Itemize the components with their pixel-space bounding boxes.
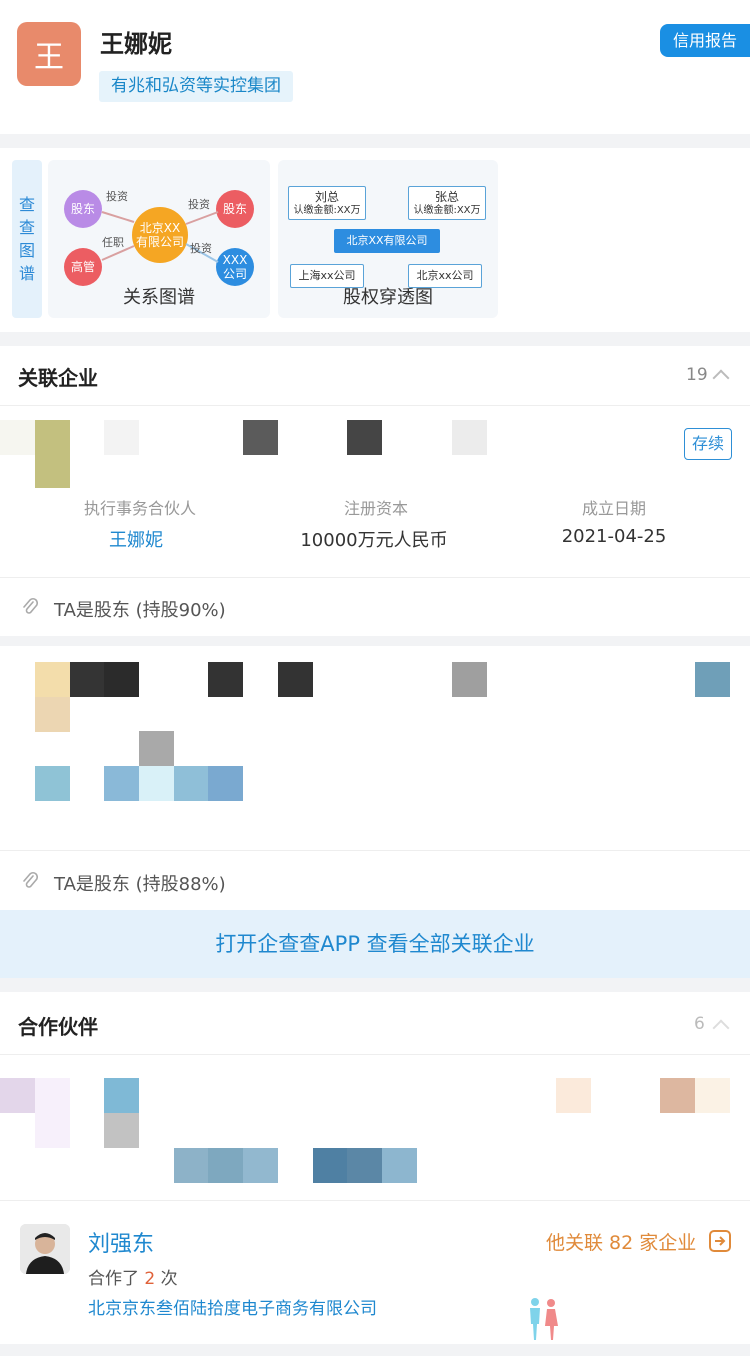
- view-graph-tab[interactable]: 查 查 图 谱: [12, 160, 42, 318]
- blurred-pixel: [208, 1148, 243, 1183]
- blurred-pixel: [208, 766, 243, 801]
- blurred-pixel: [104, 1113, 139, 1148]
- blurred-pixel: [104, 420, 139, 455]
- equity-node-name: 刘总: [314, 190, 339, 204]
- graph-side-char: 图: [18, 241, 35, 260]
- equity-node-zhang: 张总 认缴金额:XX万: [408, 186, 486, 220]
- blurred-pixel: [243, 1148, 278, 1183]
- divider: [0, 1200, 750, 1201]
- blurred-pixel: [104, 1078, 139, 1113]
- shareholder-info: TA是股东 (持股90%): [54, 600, 226, 621]
- partner-related-companies[interactable]: 他关联 82 家企业: [546, 1228, 696, 1255]
- blurred-pixel: [139, 731, 174, 766]
- graph-section: 查 查 图 谱 股东 高管 北京XX 有限公司 股东 XXX 公司 投资 任职 …: [0, 148, 750, 332]
- edge-label-appointed: 任职: [102, 236, 124, 249]
- equity-node-liu: 刘总 认缴金额:XX万: [288, 186, 366, 220]
- blurred-pixel: [174, 1148, 209, 1183]
- paperclip-icon: [23, 597, 38, 614]
- equity-node-amount: 认缴金额:XX万: [413, 205, 481, 216]
- related-count: 19: [686, 365, 708, 385]
- graph-side-char: 查: [18, 218, 35, 237]
- divider: [0, 1054, 750, 1055]
- graph-side-char: 查: [18, 195, 35, 214]
- relation-edges: [101, 211, 219, 263]
- divider: [0, 850, 750, 851]
- person-name: 王娜妮: [100, 30, 172, 58]
- blurred-pixel: [660, 1078, 695, 1113]
- blurred-pixel: [0, 420, 35, 455]
- edge-label-invest: 投资: [188, 198, 210, 211]
- partner-name[interactable]: 刘强东: [88, 1226, 154, 1258]
- divider: [0, 577, 750, 578]
- relation-graph-card[interactable]: 股东 高管 北京XX 有限公司 股东 XXX 公司 投资 任职 投资 投资 关系…: [48, 160, 270, 318]
- blurred-pixel: [35, 697, 70, 732]
- info-label-executive: 执行事务合伙人: [83, 499, 196, 518]
- blurred-pixel: [35, 662, 70, 697]
- partners-title: 合作伙伴: [18, 1015, 98, 1039]
- coop-number: 2: [144, 1269, 156, 1289]
- blurred-pixel: [35, 420, 70, 488]
- arrow-right-box-icon[interactable]: [709, 1230, 731, 1252]
- blurred-pixel: [382, 1148, 417, 1183]
- blurred-pixel: [174, 766, 209, 801]
- blurred-pixel: [104, 766, 139, 801]
- equity-node-center: 北京XX有限公司: [334, 229, 440, 253]
- blurred-pixel: [313, 1148, 348, 1183]
- blurred-pixel: [139, 766, 174, 801]
- partner-coop-count: 合作了 2 次: [88, 1264, 178, 1289]
- credit-report-button[interactable]: 信用报告: [660, 24, 750, 57]
- person-header: 王 王娜妮 有兆和弘资等实控集团 信用报告: [0, 0, 750, 134]
- blurred-pixel: [0, 1078, 35, 1113]
- info-value-founded: 2021-04-25: [561, 526, 667, 547]
- avatar: 王: [17, 22, 81, 86]
- relation-graph-label: 关系图谱: [123, 287, 195, 308]
- blurred-pixel: [35, 766, 70, 801]
- partner-avatar[interactable]: [20, 1224, 70, 1274]
- equity-graph-card[interactable]: 刘总 认缴金额:XX万 张总 认缴金额:XX万 北京XX有限公司 上海xx公司 …: [278, 160, 498, 318]
- blurred-pixel: [35, 1078, 70, 1148]
- person-avatar-icon: [20, 1224, 70, 1274]
- coop-prefix: 合作了: [88, 1269, 139, 1289]
- blurred-pixel: [452, 662, 487, 697]
- blurred-pixel: [208, 662, 243, 697]
- blurred-pixel: [556, 1078, 591, 1113]
- graph-side-char: 谱: [18, 264, 35, 283]
- section-gap: [0, 1344, 750, 1354]
- info-value-capital: 10000万元人民币: [300, 530, 448, 551]
- blurred-pixel: [243, 420, 278, 455]
- blurred-pixel: [695, 1078, 730, 1113]
- section-gap: [0, 636, 750, 646]
- edge-label-invest: 投资: [106, 190, 128, 203]
- paperclip-icon: [23, 871, 38, 888]
- group-tag[interactable]: 有兆和弘资等实控集团: [99, 71, 293, 102]
- blurred-pixel: [695, 662, 730, 697]
- divider: [0, 405, 750, 406]
- info-label-capital: 注册资本: [343, 499, 408, 518]
- shareholder-info: TA是股东 (持股88%): [54, 874, 226, 895]
- watermark-figures-icon: [530, 1298, 558, 1340]
- status-badge: 存续: [684, 428, 732, 460]
- partners-count: 6: [694, 1014, 705, 1034]
- blurred-pixel: [70, 662, 105, 697]
- related-title: 关联企业: [18, 366, 98, 390]
- blurred-pixel: [347, 1148, 382, 1183]
- blurred-pixel: [278, 662, 313, 697]
- equity-graph-label: 股权穿透图: [343, 287, 433, 308]
- coop-suffix: 次: [160, 1269, 178, 1289]
- blurred-pixel: [104, 662, 139, 697]
- equity-node-name: 张总: [434, 190, 459, 204]
- blurred-pixel: [347, 420, 382, 455]
- info-label-founded: 成立日期: [581, 499, 646, 518]
- edge-label-invest: 投资: [190, 242, 212, 255]
- equity-node-amount: 认缴金额:XX万: [293, 205, 361, 216]
- partner-company-link[interactable]: 北京京东叁佰陆拾度电子商务有限公司: [88, 1294, 377, 1319]
- blurred-pixel: [452, 420, 487, 455]
- open-app-button[interactable]: 打开企查查APP 查看全部关联企业: [0, 910, 750, 978]
- info-value-executive[interactable]: 王娜妮: [56, 526, 216, 552]
